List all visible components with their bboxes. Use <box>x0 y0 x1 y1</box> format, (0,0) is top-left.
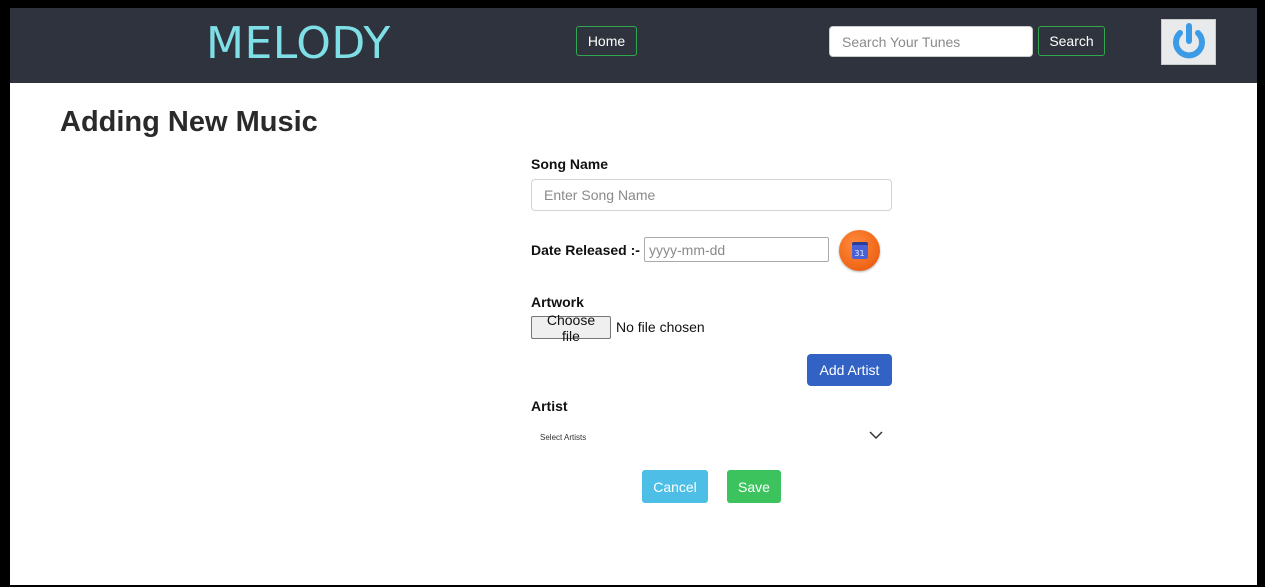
page-title: Adding New Music <box>60 106 318 138</box>
power-icon <box>1172 23 1205 59</box>
artwork-label: Artwork <box>531 294 584 310</box>
date-released-input[interactable] <box>644 237 829 262</box>
chevron-down-icon <box>869 431 883 440</box>
calendar-icon: 31 <box>851 242 868 259</box>
app-frame: MELODY Home Search Adding New Music Song… <box>10 8 1257 585</box>
choose-file-button[interactable]: Choose file <box>531 312 611 344</box>
search-input[interactable] <box>829 26 1033 57</box>
logout-button[interactable] <box>1161 19 1216 65</box>
calendar-day: 31 <box>854 249 865 258</box>
navbar: MELODY Home Search <box>10 8 1257 83</box>
song-name-label: Song Name <box>531 156 609 172</box>
artist-select[interactable]: Select Artists <box>531 426 892 450</box>
home-button[interactable]: Home <box>576 26 637 56</box>
cancel-button[interactable]: Cancel <box>642 470 708 503</box>
file-status: No file chosen <box>616 319 705 335</box>
song-name-input[interactable] <box>531 179 892 211</box>
save-button[interactable]: Save <box>727 470 781 503</box>
artist-label: Artist <box>531 398 568 414</box>
date-released-label: Date Released :- <box>531 242 640 258</box>
search-button[interactable]: Search <box>1038 26 1105 56</box>
brand-logo[interactable]: MELODY <box>206 18 391 69</box>
add-artist-button[interactable]: Add Artist <box>807 354 892 386</box>
artist-select-value: Select Artists <box>540 433 587 442</box>
calendar-button[interactable]: 31 <box>839 230 880 271</box>
